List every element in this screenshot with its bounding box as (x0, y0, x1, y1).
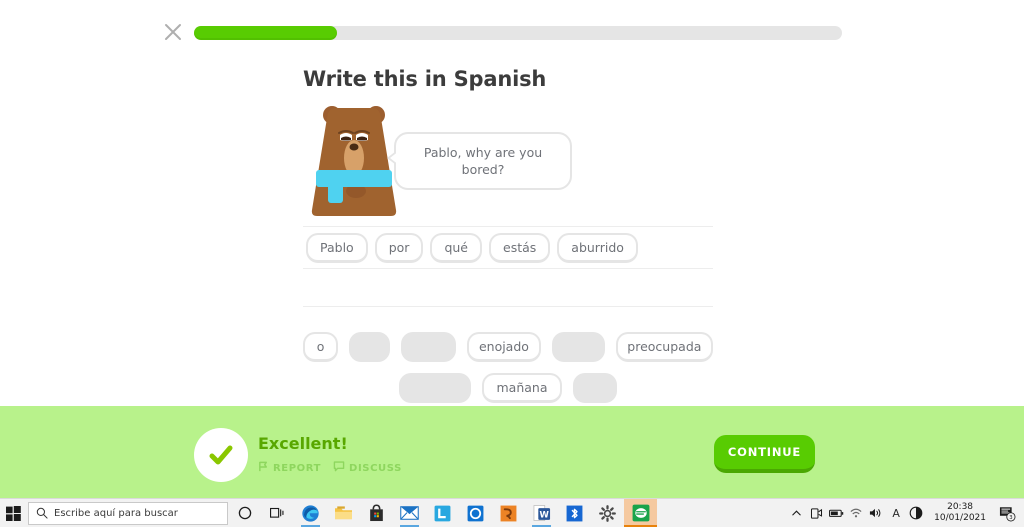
lesson-progress-fill (194, 26, 337, 40)
taskbar-app-orange-app[interactable] (492, 499, 525, 527)
page-title: Write this in Spanish (303, 67, 547, 91)
answer-area: Pablo por qué estás aburrido (303, 226, 713, 307)
answer-tile[interactable]: estás (489, 232, 551, 263)
taskbar-app-settings[interactable] (591, 499, 624, 527)
character-speech-bubble: Pablo, why are you bored? (387, 132, 572, 190)
word-bank-row: o enojado preocupada (303, 332, 714, 362)
feedback-text-group: Excellent! REPORT DISCUSS (258, 433, 402, 475)
answer-tile[interactable]: Pablo (306, 232, 368, 263)
discuss-button[interactable]: DISCUSS (333, 461, 402, 475)
taskbar-app-microsoft-store[interactable] (360, 499, 393, 527)
windows-taskbar: Escribe aquí para buscar W A 20:38 10/01… (0, 498, 1024, 527)
cortana-circle-icon[interactable] (228, 499, 261, 527)
battery-icon[interactable] (826, 499, 846, 527)
flag-icon (258, 461, 269, 475)
word-bank-tile[interactable]: o (303, 332, 339, 362)
clock-date: 10/01/2021 (934, 513, 986, 523)
word-bank-tile-used (572, 373, 617, 403)
search-icon (36, 504, 48, 523)
word-bank-tile[interactable]: mañana (482, 373, 562, 403)
exercise-container: Write this in Spanish Pablo, why are you… (303, 66, 714, 414)
lesson-top-bar (0, 0, 1024, 56)
taskbar-app-outlook[interactable] (459, 499, 492, 527)
taskbar-app-file-explorer[interactable] (327, 499, 360, 527)
word-bank-row: mañana (303, 373, 713, 403)
removable-media-icon[interactable] (806, 499, 826, 527)
answer-tile[interactable]: por (374, 232, 424, 263)
search-placeholder: Escribe aquí para buscar (54, 507, 178, 519)
volume-icon[interactable] (866, 499, 886, 527)
answer-tile[interactable]: aburrido (557, 232, 638, 263)
word-bank-tile-used (401, 332, 456, 362)
feedback-title: Excellent! (258, 434, 348, 453)
taskbar-app-mail[interactable] (393, 499, 426, 527)
answer-row[interactable]: Pablo por qué estás aburrido (303, 226, 713, 268)
notification-count: 3 (1009, 514, 1012, 520)
word-bank-tile[interactable]: enojado (466, 332, 542, 362)
word-bank-tile-used (552, 332, 605, 362)
search-input[interactable]: Escribe aquí para buscar (28, 501, 228, 525)
taskbar-app-duolingo[interactable] (624, 498, 657, 527)
task-view-icon[interactable] (261, 499, 294, 527)
svg-text:W: W (539, 510, 549, 520)
taskbar-app-bluetooth[interactable] (558, 499, 591, 527)
word-bank-tile-used (349, 332, 391, 362)
character-row: Pablo, why are you bored? (303, 102, 713, 224)
answer-tile[interactable]: qué (430, 232, 482, 263)
feedback-links: REPORT DISCUSS (258, 461, 402, 475)
check-mark-icon (194, 428, 248, 482)
answer-row-empty[interactable] (303, 268, 713, 307)
word-bank-tile[interactable]: preocupada (615, 332, 714, 362)
clock-time: 20:38 (947, 502, 974, 512)
wifi-icon[interactable] (846, 499, 866, 527)
sync-icon[interactable] (906, 499, 926, 527)
lesson-progress-bar (194, 26, 842, 40)
taskbar-app-lexmark-app[interactable] (426, 499, 459, 527)
discuss-label: DISCUSS (349, 462, 402, 474)
word-bank-tile-used (399, 373, 472, 403)
continue-button[interactable]: CONTINUE (714, 435, 815, 473)
word-bank: o enojado preocupada mañana (303, 332, 714, 403)
taskbar-app-microsoft-word[interactable]: W (525, 499, 558, 527)
report-button[interactable]: REPORT (258, 461, 321, 475)
windows-start-icon[interactable] (0, 499, 26, 527)
taskbar-clock[interactable]: 20:38 10/01/2021 (926, 502, 994, 524)
language-indicator[interactable]: A (886, 499, 906, 527)
speech-bubble-icon (333, 461, 345, 475)
system-tray: A 20:38 10/01/2021 3 (786, 499, 1024, 527)
feedback-bar (0, 406, 1024, 498)
duolingo-lesson-screen: Write this in Spanish Pablo, why are you… (0, 0, 1024, 527)
show-hidden-icons-chevron[interactable] (786, 499, 806, 527)
speech-bubble-text: Pablo, why are you bored? (423, 145, 543, 177)
close-icon[interactable] (164, 23, 182, 41)
taskbar-app-microsoft-edge[interactable] (294, 499, 327, 527)
action-center-icon[interactable]: 3 (994, 499, 1020, 527)
report-label: REPORT (273, 462, 322, 474)
